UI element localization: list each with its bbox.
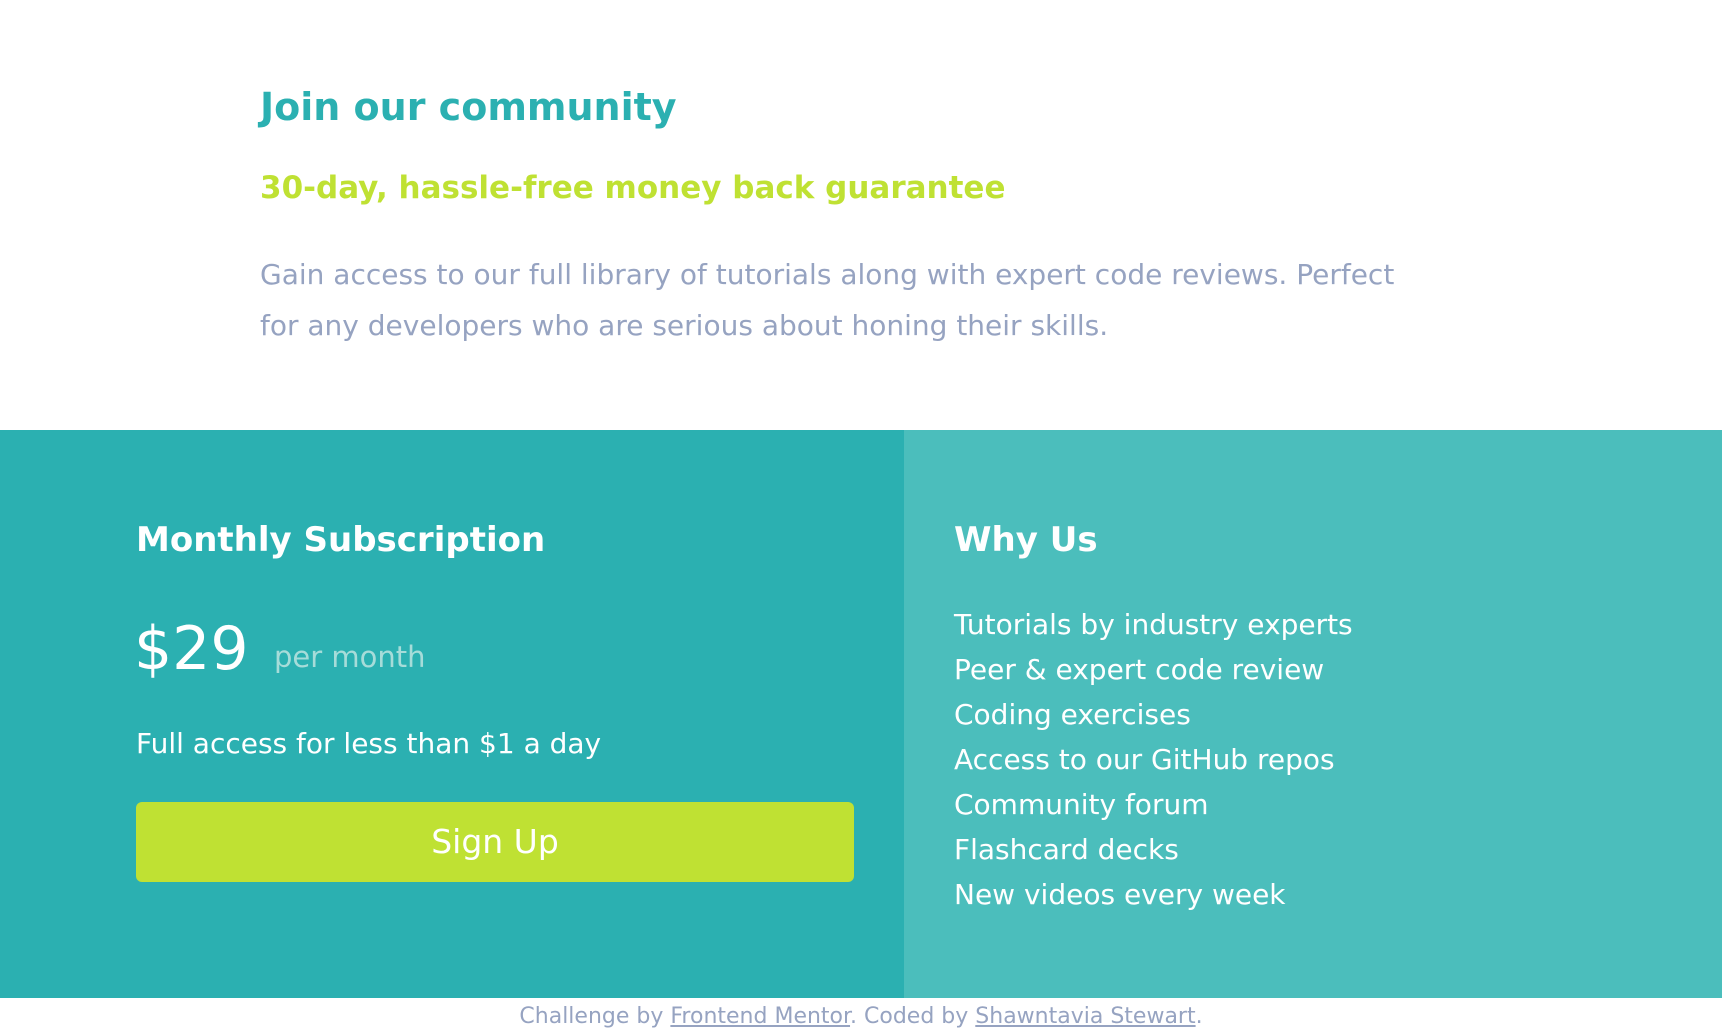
frontend-mentor-link[interactable]: Frontend Mentor	[670, 1004, 850, 1029]
why-us-item: Flashcard decks	[954, 833, 1179, 866]
subscription-panel: Monthly Subscription $29 per month Full …	[0, 430, 904, 998]
footer-middle: . Coded by	[850, 1004, 976, 1029]
sign-up-button[interactable]: Sign Up	[136, 802, 854, 882]
footer-prefix: Challenge by	[519, 1004, 671, 1029]
why-us-item: Access to our GitHub repos	[954, 743, 1335, 776]
why-us-panel: Why Us Tutorials by industry experts Pee…	[904, 430, 1722, 998]
why-us-list: Tutorials by industry experts Peer & exp…	[954, 602, 1353, 917]
pricing-page: Join our community 30-day, hassle-free m…	[0, 0, 1722, 1035]
price-period: per month	[274, 640, 426, 674]
hero-section: Join our community 30-day, hassle-free m…	[0, 0, 1722, 430]
why-us-item: Community forum	[954, 788, 1209, 821]
why-us-title: Why Us	[954, 520, 1098, 560]
hero-title: Join our community	[260, 85, 677, 129]
attribution-footer: Challenge by Frontend Mentor. Coded by S…	[0, 998, 1722, 1035]
author-link[interactable]: Shawntavia Stewart	[975, 1004, 1195, 1029]
price-amount: $29	[134, 614, 249, 684]
subscription-tagline: Full access for less than $1 a day	[136, 727, 602, 760]
why-us-item: Tutorials by industry experts	[954, 608, 1353, 641]
footer-suffix: .	[1195, 1004, 1203, 1029]
hero-description: Gain access to our full library of tutor…	[260, 258, 1395, 342]
why-us-item: Coding exercises	[954, 698, 1191, 731]
why-us-item: Peer & expert code review	[954, 653, 1325, 686]
subscription-title: Monthly Subscription	[136, 520, 546, 560]
hero-subtitle: 30-day, hassle-free money back guarantee	[260, 170, 1006, 206]
why-us-item: New videos every week	[954, 878, 1286, 911]
